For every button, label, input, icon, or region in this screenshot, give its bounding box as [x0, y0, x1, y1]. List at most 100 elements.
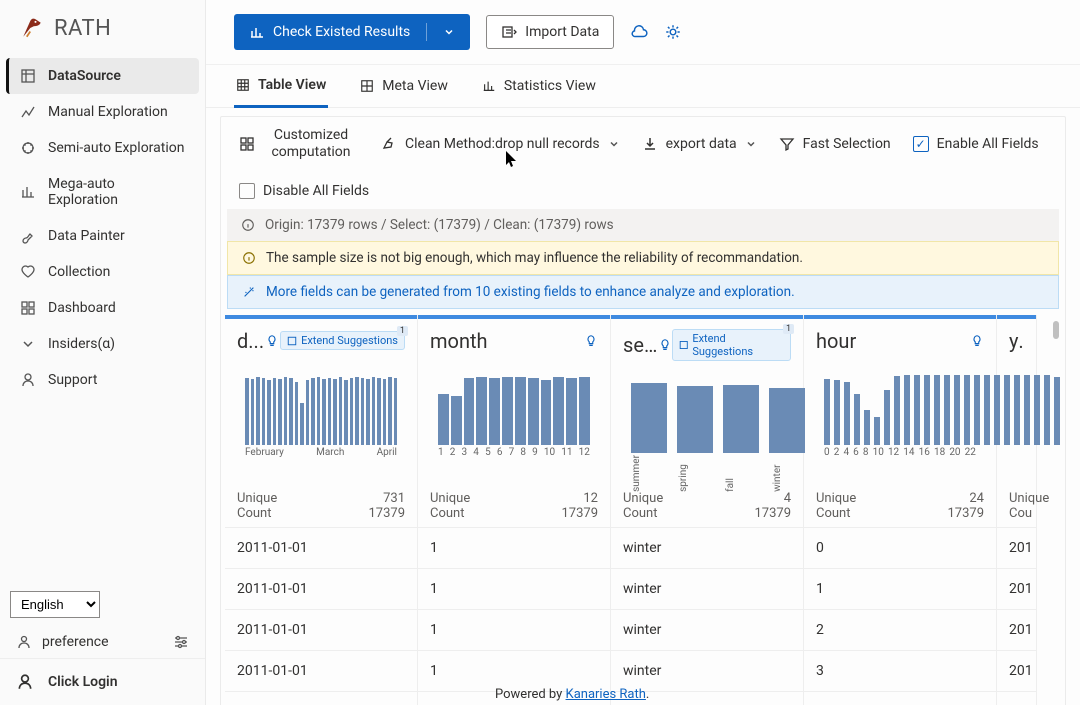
table-cell[interactable]: winter — [611, 609, 803, 650]
gear-icon[interactable] — [664, 23, 682, 41]
axis-labels: summerspringfallwinter — [623, 453, 791, 494]
custom-comp-label: Customized computation — [263, 127, 359, 161]
bulb-icon[interactable] — [970, 334, 984, 348]
table-cell[interactable]: 1 — [418, 568, 610, 609]
tab-label: Meta View — [382, 78, 448, 94]
sidebar-item-mega[interactable]: Mega-auto Exploration — [6, 166, 199, 218]
table-icon — [236, 78, 250, 92]
export-label: export data — [666, 136, 737, 152]
sidebar-item-manual[interactable]: Manual Exploration — [6, 94, 199, 130]
sidebar-item-support[interactable]: Support — [6, 362, 199, 398]
table-cell[interactable]: 201 — [997, 527, 1036, 568]
table-cell[interactable]: 1 — [804, 568, 996, 609]
table-cell[interactable]: 2011-01-01 — [225, 609, 417, 650]
table-cell[interactable]: 2011-01-01 — [225, 650, 417, 691]
user-icon — [16, 673, 34, 691]
column-title[interactable]: d... — [237, 329, 264, 353]
tab-stats-view[interactable]: Statistics View — [480, 65, 598, 107]
filter-icon — [779, 136, 795, 152]
semi-icon — [20, 140, 36, 156]
chevron-down-icon[interactable] — [443, 26, 455, 38]
table-cell[interactable]: 2011-01-01 — [225, 527, 417, 568]
mini-chart — [816, 365, 984, 445]
stats-icon — [482, 79, 496, 93]
axis-labels: 123456789101112 — [430, 445, 598, 460]
bulb-icon[interactable] — [584, 334, 598, 348]
export-data-select[interactable]: export data — [642, 136, 757, 152]
brand-row: RATH — [0, 0, 205, 52]
tab-table-view[interactable]: Table View — [234, 65, 328, 108]
mini-chart — [430, 365, 598, 445]
column-title[interactable]: ye... — [1009, 329, 1024, 353]
table-cell[interactable]: 201 — [997, 609, 1036, 650]
table-column: d...Extend Suggestions1FebruaryMarchApri… — [225, 315, 418, 705]
warning-text: The sample size is not big enough, which… — [266, 250, 803, 266]
column-title[interactable]: se... — [623, 333, 658, 357]
table-cell[interactable]: 0 — [804, 527, 996, 568]
tab-label: Table View — [258, 77, 326, 93]
broom-icon — [381, 136, 397, 152]
table-cell[interactable]: 2011-01-01 — [225, 691, 417, 705]
language-select[interactable]: English — [10, 591, 100, 618]
toolbar: Check Existed Results Import Data — [206, 0, 1080, 65]
preference-link[interactable]: preference — [42, 634, 109, 650]
sidebar-label: Manual Exploration — [48, 104, 168, 120]
footer-link[interactable]: Kanaries Rath — [566, 687, 646, 702]
enable-all-checkbox[interactable]: ✓ Enable All Fields — [913, 136, 1039, 152]
fast-selection[interactable]: Fast Selection — [779, 136, 891, 152]
chevron-down-icon — [20, 336, 36, 352]
sidebar-label: DataSource — [48, 68, 121, 84]
bulb-icon[interactable] — [265, 334, 279, 348]
custom-computation[interactable]: Customized computation — [239, 127, 359, 161]
sidebar-item-insiders[interactable]: Insiders(α) — [6, 326, 199, 362]
table-cell[interactable]: 4 — [804, 691, 996, 705]
table-cell[interactable]: 201 — [997, 568, 1036, 609]
table-cell[interactable]: 2 — [804, 609, 996, 650]
table-cell[interactable]: 201 — [997, 650, 1036, 691]
column-title[interactable]: month — [430, 329, 488, 353]
datasource-icon — [20, 68, 36, 84]
import-data-button[interactable]: Import Data — [486, 15, 614, 49]
table-cell[interactable]: winter — [611, 527, 803, 568]
sidebar-item-semi[interactable]: Semi-auto Exploration — [6, 130, 199, 166]
extend-suggestions-pill[interactable]: Extend Suggestions1 — [280, 331, 405, 350]
table-cell[interactable]: 1 — [418, 650, 610, 691]
column-stats: Unique24Count17379 — [804, 485, 996, 527]
sidebar-item-datasource[interactable]: DataSource — [6, 58, 199, 94]
chevron-down-icon — [608, 138, 620, 150]
login-button[interactable]: Click Login — [0, 658, 205, 705]
info-text: More fields can be generated from 10 exi… — [266, 284, 795, 300]
disable-label: Disable All Fields — [263, 183, 369, 199]
tab-meta-view[interactable]: Meta View — [358, 65, 450, 107]
table-cell[interactable]: 1 — [418, 527, 610, 568]
check-results-button[interactable]: Check Existed Results — [234, 14, 470, 50]
cloud-icon[interactable] — [630, 23, 648, 41]
table-cell[interactable]: 2011-01-01 — [225, 568, 417, 609]
manual-icon — [20, 104, 36, 120]
column-title[interactable]: hour — [816, 329, 856, 353]
info-banner[interactable]: More fields can be generated from 10 exi… — [227, 275, 1059, 309]
sidebar-label: Insiders(α) — [48, 336, 115, 352]
bulb-icon[interactable] — [658, 338, 672, 352]
extend-suggestions-pill[interactable]: Extend Suggestions1 — [672, 329, 791, 361]
clean-method-select[interactable]: Clean Method:drop null records — [381, 136, 620, 152]
table-column: se... Extend Suggestions1 summerspringfall… — [611, 315, 804, 705]
table-cell[interactable]: 3 — [804, 650, 996, 691]
table-cell[interactable]: 1 — [418, 609, 610, 650]
sliders-icon[interactable] — [173, 634, 189, 650]
sidebar-item-dashboard[interactable]: Dashboard — [6, 290, 199, 326]
pref-icon — [16, 634, 32, 650]
table-cell[interactable]: 201 — [997, 691, 1036, 705]
sidebar-item-painter[interactable]: Data Painter — [6, 218, 199, 254]
table-cell[interactable]: winter — [611, 568, 803, 609]
wand-icon — [242, 285, 256, 299]
disable-all-checkbox[interactable]: ✓ Disable All Fields — [239, 183, 369, 199]
download-icon — [642, 136, 658, 152]
brand-text: RATH — [54, 16, 111, 41]
table-cell[interactable]: winter — [611, 650, 803, 691]
sidebar-item-collection[interactable]: Collection — [6, 254, 199, 290]
sidebar-label: Dashboard — [48, 300, 116, 316]
meta-icon — [360, 79, 374, 93]
axis-labels: 0246810121416182022 — [816, 445, 984, 460]
fast-label: Fast Selection — [803, 136, 891, 152]
